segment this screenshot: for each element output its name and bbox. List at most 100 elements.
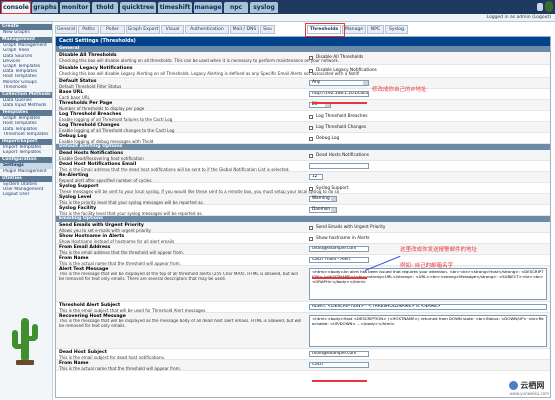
checkbox-label: Log Threshold Breaches xyxy=(316,114,368,119)
tab-poller[interactable]: Poller xyxy=(100,25,125,34)
checkbox-label: Dead Hosts Notifications xyxy=(316,153,369,158)
tab-mail-dns[interactable]: Mail / DNS xyxy=(230,25,259,34)
alerting-rows: Dead Hosts Notifications Enable Dead/Rec… xyxy=(56,150,550,216)
disable-all-checkbox-wrap[interactable]: Disable All Thresholds xyxy=(309,55,363,61)
base-url-input[interactable]: http://192.168.1.201/cacti/ xyxy=(309,91,369,97)
from-email-input[interactable]: thold@example.com xyxy=(309,246,369,252)
setting-row: Log Threshold Changes Enable logging of … xyxy=(56,122,550,133)
top-tab-timeshift[interactable]: timeshift xyxy=(158,2,192,13)
sidebar-item[interactable]: Plugin Management xyxy=(0,169,52,174)
setting-row: Re-Alerting Repeat alert after specified… xyxy=(56,172,550,183)
setting-row: Base URL Cacti base URL http://192.168.1… xyxy=(56,89,550,100)
setting-desc: This is the message that will be display… xyxy=(59,272,298,281)
show-hostname-checkbox-wrap[interactable]: Show hostname in Alerts xyxy=(309,236,370,242)
syslog-level-select[interactable]: Warning xyxy=(309,196,337,202)
checkbox-label: Syslog Support xyxy=(316,186,349,191)
login-status: Logged in as admin (Logout) xyxy=(486,15,551,20)
dead-hosts-checkbox-wrap[interactable]: Dead Hosts Notifications xyxy=(309,153,369,159)
checkbox[interactable] xyxy=(309,114,313,119)
tab-syslog[interactable]: Syslog xyxy=(385,25,408,34)
recovering-host-textarea[interactable]: <html><body>Host <DESCRIPTION> (<HOSTNAM… xyxy=(309,315,547,347)
watermark-name: 云栖网 xyxy=(520,381,545,390)
setting-row: Dead Hosts Notifications Enable Dead/Rec… xyxy=(56,150,550,161)
setting-row: Alert Text Message This is the message t… xyxy=(56,266,550,302)
realert-input[interactable]: 12 xyxy=(309,174,323,180)
setting-row: Disable All Thresholds Checking this box… xyxy=(56,52,550,65)
dead-host-email-input[interactable] xyxy=(309,163,369,169)
alert-subject-input[interactable]: ALERT: <DESCRIPTION> - <THRESHOLDNAME> i… xyxy=(309,304,547,310)
checkbox-label: Send Emails with Urgent Priority xyxy=(316,225,386,230)
checkbox-label: Debug Log xyxy=(316,136,340,141)
top-tab-quicktree[interactable]: quicktree xyxy=(120,2,156,13)
checkbox[interactable] xyxy=(309,186,313,191)
log-breaches-checkbox-wrap[interactable]: Log Threshold Breaches xyxy=(309,114,367,120)
checkbox[interactable] xyxy=(309,125,313,130)
top-tab-manage[interactable]: manage xyxy=(194,2,222,13)
urgent-priority-checkbox-wrap[interactable]: Send Emails with Urgent Priority xyxy=(309,225,385,231)
checkbox[interactable] xyxy=(309,236,313,241)
setting-row: Debug Log Enable logging of debug messag… xyxy=(56,133,550,144)
annotation-underline-url xyxy=(312,102,367,104)
checkbox-label: Disable Legacy Notifications xyxy=(316,68,377,73)
settings-panel: Cacti Settings (Thresholds) General Disa… xyxy=(55,36,551,398)
cactus-logo-icon xyxy=(545,1,553,12)
from-name-input-2[interactable]: Cacti xyxy=(309,362,369,368)
default-status-select[interactable]: Any xyxy=(309,80,369,86)
top-tab-thold[interactable]: thold xyxy=(92,2,118,13)
from-name-input[interactable]: Cacti Thold - Alert xyxy=(309,257,369,263)
annotation-box-console xyxy=(1,1,31,14)
tab-visual[interactable]: Visual xyxy=(161,25,184,34)
sidebar-item[interactable]: New Graphs xyxy=(0,30,52,35)
setting-row: Show Hostname in Alerts Show Hostname in… xyxy=(56,233,550,244)
checkbox[interactable] xyxy=(309,136,313,141)
tab-paths[interactable]: Paths xyxy=(78,25,99,34)
top-tab-npc[interactable]: npc xyxy=(224,2,248,13)
top-tab-syslog[interactable]: syslog xyxy=(250,2,278,13)
debug-log-checkbox-wrap[interactable]: Debug Log xyxy=(309,136,339,142)
top-tab-graphs[interactable]: graphs xyxy=(32,2,58,13)
setting-row: Syslog Facility This is the facility lev… xyxy=(56,205,550,216)
sidebar-item[interactable]: Logout User xyxy=(0,192,52,197)
setting-row: Thresholds Per Page Number of thresholds… xyxy=(56,100,550,111)
tab-manage[interactable]: Manage xyxy=(342,25,366,34)
log-changes-checkbox-wrap[interactable]: Log Threshold Changes xyxy=(309,125,366,131)
top-navigation-bar: console graphs monitor thold quicktree t… xyxy=(0,0,555,14)
checkbox-label: Log Threshold Changes xyxy=(316,125,367,130)
setting-desc: This is the message that will be display… xyxy=(59,319,302,328)
checkbox[interactable] xyxy=(309,153,313,158)
tab-sou[interactable]: Sou xyxy=(260,25,275,34)
checkbox[interactable] xyxy=(309,225,313,230)
general-rows: Disable All Thresholds Checking this box… xyxy=(56,52,550,144)
syslog-support-checkbox-wrap[interactable]: Syslog Support xyxy=(309,186,348,192)
alert-message-textarea[interactable]: <html><body>An alert has been issued tha… xyxy=(309,268,547,300)
setting-row: Disable Legacy Notifications Checking th… xyxy=(56,65,550,78)
watermark-url: www.yunweiku.com xyxy=(509,391,549,396)
sidebar-heading: Collection Methods xyxy=(0,91,52,98)
syslog-facility-select[interactable]: Daemon xyxy=(309,207,337,213)
tab-graph-export[interactable]: Graph Export xyxy=(126,25,160,34)
setting-row: From Name This is the actual name that t… xyxy=(56,255,550,266)
tab-general[interactable]: General xyxy=(55,25,77,34)
dead-host-subject-input[interactable]: thold@example.com xyxy=(309,351,369,357)
sidebar-item[interactable]: Threshold Templates xyxy=(0,132,52,137)
tab-authentication[interactable]: Authentication xyxy=(185,25,229,34)
watermark-logo-icon xyxy=(509,381,519,390)
tab-npc[interactable]: NPC xyxy=(367,25,384,34)
checkbox[interactable] xyxy=(309,55,313,60)
sidebar-item[interactable]: Thresholds xyxy=(0,85,52,90)
annotation-url-note: 修改成你自己的IP地址 xyxy=(372,87,427,93)
disable-legacy-checkbox-wrap[interactable]: Disable Legacy Notifications xyxy=(309,68,377,74)
setting-row: Default Status Default Threshold Filter … xyxy=(56,78,550,89)
setting-row: Dead Host Notifications Email This is th… xyxy=(56,161,550,172)
top-tab-monitor[interactable]: monitor xyxy=(60,2,90,13)
setting-row: Recovering Host Message This is the mess… xyxy=(56,313,550,349)
annotation-underline-from xyxy=(312,380,367,382)
sidebar-item[interactable]: Data Input Methods xyxy=(0,103,52,108)
setting-row: From Name This is the actual name that t… xyxy=(56,360,550,371)
checkbox[interactable] xyxy=(309,68,313,73)
annotation-underline-email xyxy=(312,277,367,279)
cactus-mascot-icon xyxy=(12,318,38,365)
sidebar-item[interactable]: Export Templates xyxy=(0,150,52,155)
sub-bar: Logged in as admin (Logout) xyxy=(0,14,555,22)
main-content: General Paths Poller Graph Export Visual… xyxy=(55,22,555,400)
